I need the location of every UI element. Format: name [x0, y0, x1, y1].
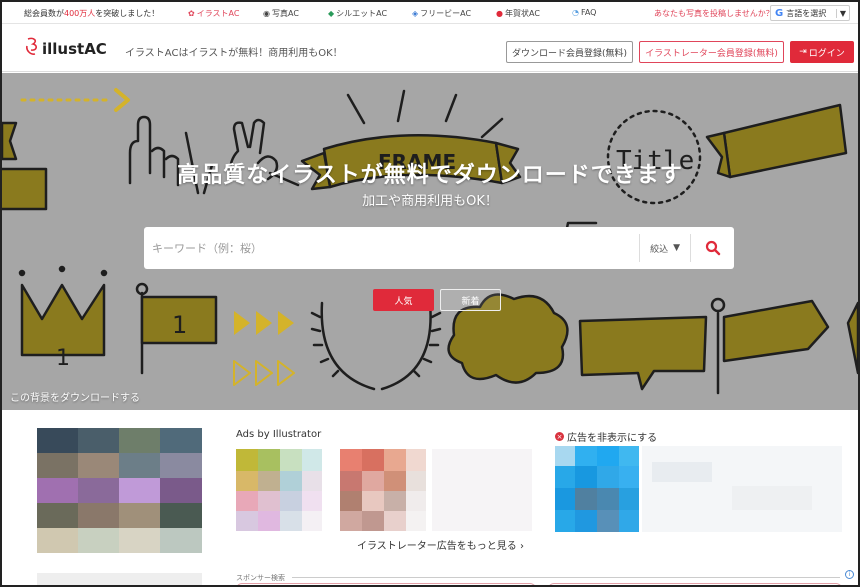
search-input[interactable]: [144, 228, 640, 268]
filter-label: 絞込: [650, 244, 669, 255]
link-freebie-ac[interactable]: ◈ フリービーAC: [412, 8, 471, 19]
hide-ads-label: 広告を非表示にする: [567, 433, 658, 444]
caret-down-icon: ▼: [673, 243, 680, 253]
link-label: 写真AC: [271, 9, 299, 18]
filter-dropdown[interactable]: 絞込 ▼: [639, 234, 690, 262]
top-strip: 総会員数が400万人を突破しました！ ✿ イラストAC ◉ 写真AC ◆ シルエットA…: [2, 2, 858, 24]
illustac-logo-icon[interactable]: [24, 37, 40, 57]
ad-thumbnail-1[interactable]: [236, 449, 322, 531]
google-translate-icon: G: [775, 7, 784, 19]
sponsor-box-2[interactable]: [548, 583, 842, 585]
close-icon: ×: [555, 432, 564, 441]
notice-text: 総会員数が: [24, 9, 64, 18]
download-background-link[interactable]: この背景をダウンロードする: [10, 389, 140, 404]
ad-thumbnail-4[interactable]: [555, 446, 639, 532]
link-photo-ac[interactable]: ◉ 写真AC: [263, 8, 299, 19]
crown-number: 1: [56, 346, 70, 371]
link-post-photo[interactable]: あなたも写真を投稿しませんか？: [654, 8, 774, 19]
faq-icon: ◔: [572, 8, 579, 17]
hero-banner: FRAME Title 1 1 高品質なイラストが無料でダウンロードできます 加…: [2, 73, 858, 410]
link-label: シルエットAC: [336, 9, 388, 18]
left-blurred-strip: [37, 573, 202, 585]
site-header: illustAC イラストACはイラストが無料！商用利用もOK！ ダウンロード会…: [2, 25, 858, 72]
member-count-notice: 総会員数が400万人を突破しました！: [24, 8, 159, 19]
notice-text-tail: を突破しました！: [95, 9, 160, 18]
camera-icon: ◉: [263, 9, 270, 18]
hero-title: 高品質なイラストが無料でダウンロードできます: [177, 163, 683, 188]
link-label: フリービーAC: [420, 9, 472, 18]
language-label: 言語を選択: [786, 8, 827, 18]
left-blurred-thumbnail[interactable]: [37, 428, 202, 553]
more-illustrator-ads-link[interactable]: イラストレーター広告をもっと見る ›: [357, 537, 524, 552]
ads-by-illustrator-label: Ads by Illustrator: [236, 429, 322, 440]
tab-popular[interactable]: 人気: [373, 289, 434, 311]
illust-icon: ✿: [188, 9, 195, 18]
illustrator-register-button[interactable]: イラストレーター会員登録(無料): [639, 41, 784, 63]
ad-thumbnail-2[interactable]: [340, 449, 426, 531]
link-illust-ac[interactable]: ✿ イラストAC: [188, 8, 239, 19]
vector-icon: ◈: [412, 9, 419, 18]
newyear-icon: ●: [496, 9, 503, 18]
hide-ads-link[interactable]: × 広告を非表示にする: [555, 429, 657, 444]
link-label: FAQ: [580, 8, 597, 17]
chevron-down-icon: ▼: [835, 8, 849, 18]
site-tagline: イラストACはイラストが無料！商用利用もOK！: [125, 48, 343, 59]
ad-thumbnail-3[interactable]: [432, 449, 532, 531]
search-bar: 絞込 ▼: [144, 227, 734, 269]
silhouette-icon: ◆: [328, 9, 335, 18]
sponsor-search-label: スポンサー検索: [236, 574, 285, 582]
notice-highlight: 400万人: [64, 9, 96, 18]
promo-label: あなたも写真を投稿しませんか？: [654, 9, 774, 18]
search-icon: [705, 240, 720, 256]
sponsor-box-1[interactable]: [236, 583, 536, 585]
language-select[interactable]: G 言語を選択 ▼: [770, 5, 850, 21]
info-icon[interactable]: i: [845, 570, 854, 579]
link-label: イラストAC: [196, 9, 240, 18]
login-label: ログイン: [808, 48, 845, 59]
hero-subtitle: 加工や商用利用もOK！: [362, 194, 498, 209]
login-icon: ⇥: [799, 47, 807, 57]
tab-new[interactable]: 新着: [440, 289, 501, 311]
login-button[interactable]: ⇥ ログイン: [790, 41, 854, 63]
link-nengajo-ac[interactable]: ● 年賀状AC: [496, 8, 540, 19]
link-label: 年賀状AC: [504, 9, 540, 18]
page-frame: 総会員数が400万人を突破しました！ ✿ イラストAC ◉ 写真AC ◆ シルエットA…: [0, 0, 860, 587]
link-silhouette-ac[interactable]: ◆ シルエットAC: [328, 8, 387, 19]
ad-thumbnail-5[interactable]: [642, 446, 842, 532]
flag-number: 1: [172, 311, 187, 339]
download-register-button[interactable]: ダウンロード会員登録(無料): [506, 41, 633, 63]
logo-text[interactable]: illustAC: [42, 40, 107, 58]
sponsor-divider: [292, 577, 840, 578]
search-button[interactable]: [690, 234, 734, 262]
link-faq[interactable]: ◔ FAQ: [572, 8, 596, 17]
